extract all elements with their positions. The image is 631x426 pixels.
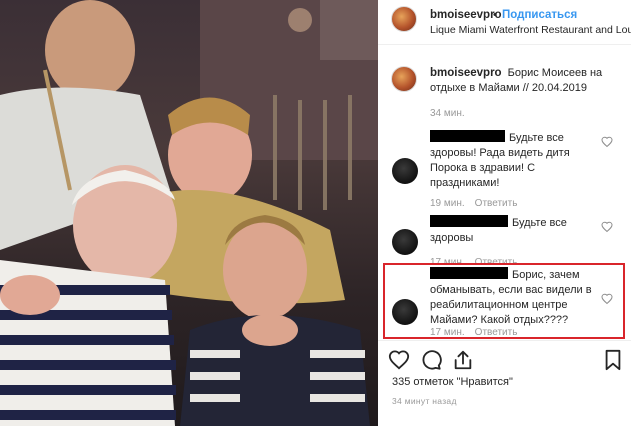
comment-text-block: Будьте все здоровы xyxy=(430,215,600,246)
caption-username[interactable]: bmoiseevpro xyxy=(430,67,502,79)
redacted-username xyxy=(430,215,508,227)
post-actions-bar xyxy=(378,340,631,374)
likes-count[interactable]: 335 отметок "Нравится" xyxy=(392,376,513,388)
comment-avatar[interactable] xyxy=(392,229,418,255)
location-link[interactable]: Lique Miami Waterfront Restaurant and Lo… xyxy=(430,24,631,36)
comment-text-block: Будьте все здоровы! Рада видеть дитя Пор… xyxy=(430,130,600,191)
comment-avatar[interactable] xyxy=(392,158,418,184)
post-header: bmoiseevpro • Подписаться Lique Miami Wa… xyxy=(378,0,631,45)
comment-icon[interactable] xyxy=(420,349,442,371)
author-username[interactable]: bmoiseevpro xyxy=(430,9,502,21)
heart-icon[interactable] xyxy=(601,136,613,148)
post-side-panel: bmoiseevpro • Подписаться Lique Miami Wa… xyxy=(378,0,631,426)
reply-button[interactable]: Ответить xyxy=(475,198,518,209)
comment-time: 19 мин. xyxy=(430,198,465,209)
caption-time: 34 мин. xyxy=(430,108,465,119)
heart-icon[interactable] xyxy=(601,221,613,233)
photo-illustration xyxy=(0,0,378,426)
caption-text-block: bmoiseevpro Борис Моисеев на отдыхе в Ма… xyxy=(430,66,625,96)
caption-avatar[interactable] xyxy=(391,66,417,92)
follow-button[interactable]: Подписаться xyxy=(502,9,577,21)
post-time-ago: 34 минут назад xyxy=(392,396,457,406)
comment-meta: 19 мин. Ответить xyxy=(430,198,527,209)
redacted-username xyxy=(430,130,505,142)
bookmark-icon[interactable] xyxy=(602,349,624,371)
author-avatar[interactable] xyxy=(391,6,417,32)
post-photo[interactable] xyxy=(0,0,378,426)
header-separator: • xyxy=(493,9,497,21)
highlight-box xyxy=(383,263,625,339)
like-heart-icon[interactable] xyxy=(388,349,410,371)
share-icon[interactable] xyxy=(452,349,474,371)
